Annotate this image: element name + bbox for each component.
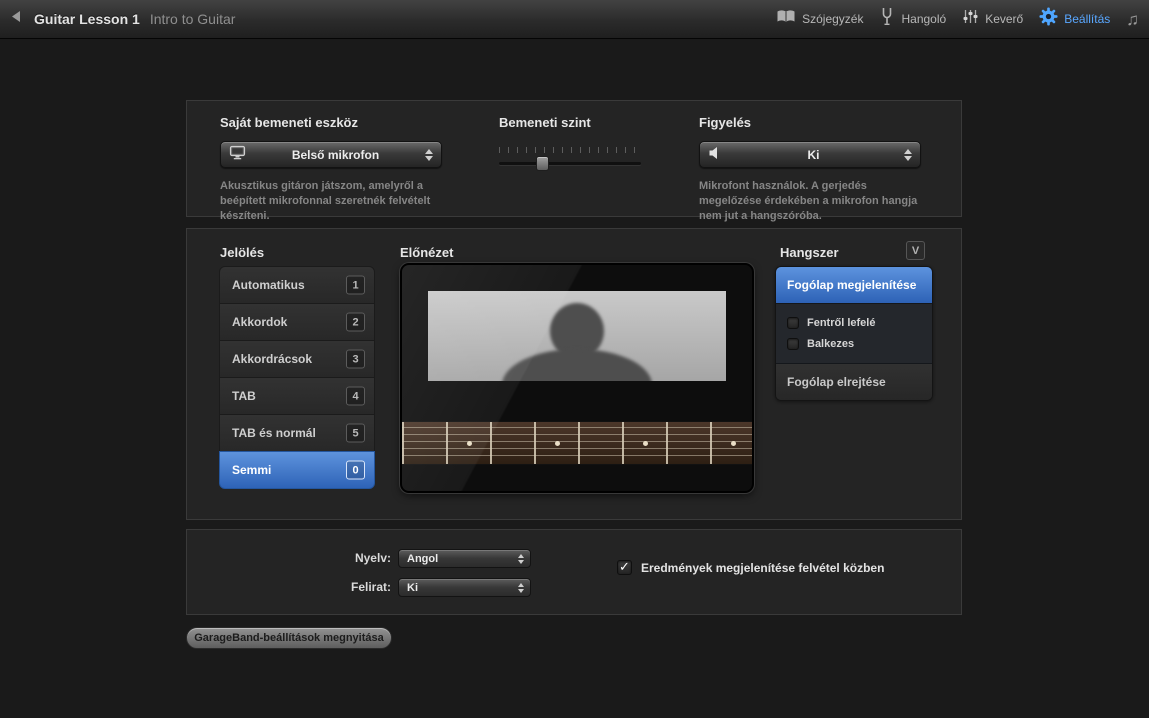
subtitle-value: Ki (407, 582, 518, 594)
slider-track[interactable] (499, 162, 641, 165)
instrument-heading: Hangszer (780, 245, 839, 260)
lesson-title: Guitar Lesson 1 (34, 11, 140, 27)
input-settings-panel: Saját bemeneti eszköz Belső mikrofon Aku… (186, 100, 962, 217)
language-value: Angol (407, 553, 518, 565)
notation-list: Automatikus 1 Akkordok 2 Akkordrácsok 3 … (219, 266, 375, 489)
shortcut-key-badge: 2 (346, 313, 365, 332)
silhouette-shoulders (502, 349, 652, 381)
teacher-video-thumbnail (428, 291, 726, 381)
chevron-updown-icon (518, 554, 524, 564)
notation-item-automatic[interactable]: Automatikus 1 (219, 266, 375, 304)
notation-item-label: Akkordrácsok (232, 352, 312, 366)
notation-heading: Jelölés (220, 245, 264, 260)
toolbar-item-mixer[interactable]: Keverő (962, 8, 1023, 30)
top-toolbar: Guitar Lesson 1 Intro to Guitar Szójegyz… (0, 0, 1149, 39)
hide-fretboard-button[interactable]: Fogólap elrejtése (776, 364, 932, 400)
chevron-updown-icon (904, 149, 912, 161)
option-label: Fentről lefelé (807, 317, 875, 329)
option-left-handed[interactable]: Balkezes (776, 333, 932, 354)
monitoring-value: Ki (723, 148, 904, 162)
input-device-heading: Saját bemeneti eszköz (220, 115, 358, 130)
notation-item-label: TAB és normál (232, 426, 316, 440)
garageband-lesson-settings: Guitar Lesson 1 Intro to Guitar Szójegyz… (0, 0, 1149, 718)
checkbox[interactable] (787, 338, 799, 350)
shortcut-key-badge: V (906, 241, 925, 260)
toolbar-item-tuner[interactable]: Hangoló (879, 7, 946, 31)
slider-thumb[interactable] (536, 156, 549, 171)
toolbar-item-setup[interactable]: Beállítás (1039, 7, 1110, 31)
string-lines (402, 427, 752, 459)
speaker-icon (708, 146, 723, 163)
shortcut-key-badge: 3 (346, 350, 365, 369)
input-level-heading: Bemeneti szint (499, 115, 591, 130)
chevron-updown-icon (518, 583, 524, 593)
monitoring-dropdown[interactable]: Ki (699, 141, 921, 168)
notation-item-tab-and-standard[interactable]: TAB és normál 5 (219, 414, 375, 452)
toolbar-item-glossary[interactable]: Szójegyzék (776, 9, 863, 30)
toolbar-label-setup: Beállítás (1064, 12, 1110, 26)
notation-item-chords[interactable]: Akkordok 2 (219, 303, 375, 341)
show-fretboard-button[interactable]: Fogólap megjelenítése (776, 267, 932, 303)
open-garageband-settings-button[interactable]: GarageBand-beállítások megnyitása (186, 627, 392, 649)
monitoring-caption: Mikrofont használok. A gerjedés megelőzé… (699, 179, 925, 224)
lesson-preview (400, 263, 754, 493)
back-icon[interactable] (8, 8, 24, 30)
language-dropdown[interactable]: Angol (398, 549, 531, 568)
checkbox[interactable] (787, 317, 799, 329)
chevron-updown-icon (425, 149, 433, 161)
option-top-down[interactable]: Fentről lefelé (776, 312, 932, 333)
notation-item-label: Automatikus (232, 278, 305, 292)
checkbox[interactable] (617, 560, 632, 575)
results-label: Eredmények megjelenítése felvétel közben (641, 561, 884, 575)
shortcut-key-badge: 0 (346, 461, 365, 480)
notation-item-label: Akkordok (232, 315, 287, 329)
shortcut-key-badge: 1 (346, 276, 365, 295)
input-device-caption: Akusztikus gitáron játszom, amelyről a b… (220, 179, 456, 224)
book-icon (776, 9, 796, 30)
fret-marker-dot (731, 441, 736, 446)
results-option[interactable]: Eredmények megjelenítése felvétel közben (617, 560, 884, 575)
music-notes-icon[interactable]: ♫ (1126, 11, 1139, 28)
fret-marker-dot (643, 441, 648, 446)
input-device-dropdown[interactable]: Belső mikrofon (220, 141, 442, 168)
preview-heading: Előnézet (400, 245, 453, 260)
input-device-value: Belső mikrofon (246, 148, 425, 162)
notation-item-label: TAB (232, 389, 256, 403)
shortcut-key-badge: 4 (346, 387, 365, 406)
tuning-fork-icon (879, 7, 895, 31)
monitoring-heading: Figyelés (699, 115, 751, 130)
subtitle-label: Felirat: (287, 578, 391, 597)
input-level-slider[interactable] (499, 147, 641, 165)
slider-ticks (499, 147, 641, 153)
fretboard-preview (402, 421, 752, 465)
fretboard-options: Fentről lefelé Balkezes (776, 303, 932, 364)
notation-item-none[interactable]: Semmi 0 (219, 451, 375, 489)
notation-item-label: Semmi (232, 463, 271, 477)
option-label: Balkezes (807, 338, 854, 350)
language-label: Nyelv: (287, 549, 391, 568)
lesson-view-panel: Jelölés Automatikus 1 Akkordok 2 Akkordr… (186, 228, 962, 520)
gear-icon (1039, 7, 1058, 31)
notation-item-tab[interactable]: TAB 4 (219, 377, 375, 415)
instrument-group: Fogólap megjelenítése Fentről lefelé Bal… (775, 266, 933, 401)
shortcut-key-badge: 5 (346, 424, 365, 443)
toolbar-label-glossary: Szójegyzék (802, 12, 863, 26)
display-device-icon (229, 145, 246, 164)
subtitle-dropdown[interactable]: Ki (398, 578, 531, 597)
notation-item-chord-grids[interactable]: Akkordrácsok 3 (219, 340, 375, 378)
fret-marker-dot (467, 441, 472, 446)
lesson-subtitle: Intro to Guitar (150, 11, 236, 27)
toolbar-label-mixer: Keverő (985, 12, 1023, 26)
language-panel: Nyelv: Angol Felirat: Ki Eredmények megj… (186, 529, 962, 615)
toolbar-label-tuner: Hangoló (901, 12, 946, 26)
mixer-icon (962, 8, 979, 30)
fret-marker-dot (555, 441, 560, 446)
